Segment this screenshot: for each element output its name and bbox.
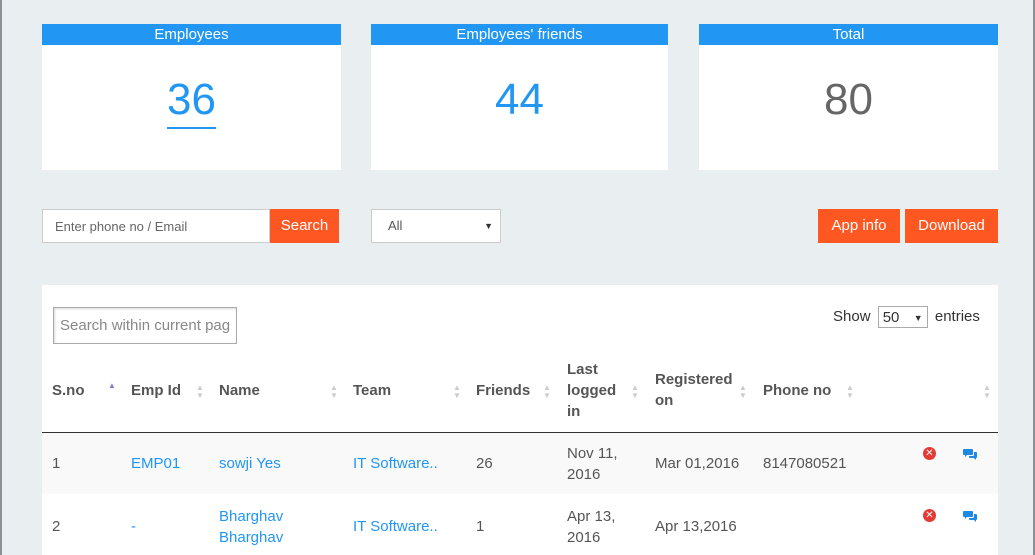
column-header-emp-id[interactable]: Emp Id [131, 380, 181, 401]
cell-last-logged-line1: Nov 11, [567, 445, 618, 462]
cell-phone: 8147080521 [763, 455, 847, 472]
cell-emp-id-link[interactable]: EMP01 [131, 453, 180, 474]
cell-sno: 2 [52, 518, 61, 535]
entries-length-control: Show 50 ▼ entries [833, 306, 980, 328]
cell-team-link[interactable]: IT Software.. [353, 453, 438, 474]
cell-name-line1: Bharghav [219, 508, 284, 525]
sort-icon: ▲ ▼ [453, 383, 461, 400]
cell-name-line2: Bharghav [219, 529, 284, 546]
employees-table-panel: Show 50 ▼ entries S.no ▲ Emp Id ▲▼ Name … [42, 285, 998, 555]
sort-icon: ▲ ▼ [330, 383, 338, 400]
column-header-phone[interactable]: Phone no [763, 380, 831, 401]
phone-email-search-input[interactable] [42, 209, 270, 243]
friends-card: Employees' friends 44 [371, 24, 668, 170]
friends-count: 44 [495, 75, 544, 124]
filter-select-value: All [388, 218, 403, 233]
cell-name-link[interactable]: sowji Yes [219, 453, 281, 474]
employees-card-title: Employees [42, 24, 341, 45]
sort-icon[interactable]: ▲ ▼ [983, 384, 991, 400]
column-header-friends[interactable]: Friends [476, 380, 530, 401]
cell-last-logged: Apr 13, 2016 [567, 506, 615, 548]
employees-card: Employees 36 [42, 24, 341, 170]
table-row: 2 - Bharghav Bharghav IT Software.. 1 Ap… [42, 494, 998, 555]
table-row: 1 EMP01 sowji Yes IT Software.. 26 Nov 1… [42, 433, 998, 494]
total-card: Total 80 [699, 24, 998, 170]
column-header-team[interactable]: Team [353, 380, 391, 401]
column-header-last-logged-line1: Last [567, 361, 598, 378]
cell-last-logged-line2: 2016 [567, 529, 601, 546]
sort-icon: ▲ ▼ [543, 383, 551, 400]
filter-select[interactable]: All ▼ [371, 209, 501, 243]
column-header-name[interactable]: Name [219, 380, 260, 401]
cell-team-link[interactable]: IT Software.. [353, 516, 438, 537]
total-count: 80 [824, 75, 873, 124]
column-header-last-logged-line3: in [567, 403, 581, 420]
caret-down-icon: ▼ [913, 313, 923, 323]
entries-length-value: 50 [882, 309, 900, 326]
cell-registered: Mar 01,2016 [655, 455, 740, 472]
cell-friends: 26 [476, 455, 493, 472]
total-card-title: Total [699, 24, 998, 45]
cell-sno: 1 [52, 455, 61, 472]
cell-last-logged-line1: Apr 13, [567, 508, 616, 525]
sort-asc-icon: ▲ [108, 381, 116, 390]
column-header-registered-line2: on [655, 392, 674, 409]
app-info-button[interactable]: App info [818, 209, 900, 243]
cell-last-logged: Nov 11, 2016 [567, 443, 618, 485]
cell-last-logged-line2: 2016 [567, 466, 601, 483]
window-left-border [0, 0, 2, 555]
column-header-registered-line1: Registered [655, 371, 733, 388]
sort-icon: ▲ ▼ [631, 383, 639, 400]
employees-count-link[interactable]: 36 [167, 75, 216, 129]
search-button[interactable]: Search [270, 209, 339, 243]
entries-label: entries [934, 308, 980, 325]
sort-icon: ▲ ▼ [846, 383, 854, 400]
cell-name-link[interactable]: Bharghav Bharghav [219, 506, 283, 548]
sort-icon: ▲ ▼ [739, 383, 747, 400]
cell-friends: 1 [476, 518, 485, 535]
caret-down-icon: ▼ [484, 221, 493, 231]
cell-emp-id-link[interactable]: - [131, 516, 136, 537]
chat-icon[interactable] [963, 510, 978, 522]
delete-icon[interactable]: ✕ [923, 509, 936, 522]
column-header-last-logged-line2: logged [567, 382, 617, 399]
column-header-registered[interactable]: Registered on [655, 369, 733, 411]
column-header-last-logged[interactable]: Last logged in [567, 359, 616, 422]
column-header-sno[interactable]: S.no [52, 380, 85, 401]
show-label: Show [833, 308, 871, 325]
sort-icon: ▲ ▼ [196, 383, 204, 400]
friends-card-title: Employees' friends [371, 24, 668, 45]
download-button[interactable]: Download [905, 209, 998, 243]
table-search-input[interactable] [53, 307, 237, 344]
delete-icon[interactable]: ✕ [923, 447, 936, 460]
entries-length-select[interactable]: 50 ▼ [877, 306, 928, 328]
cell-registered: Apr 13,2016 [655, 518, 737, 535]
chat-icon[interactable] [963, 448, 978, 460]
